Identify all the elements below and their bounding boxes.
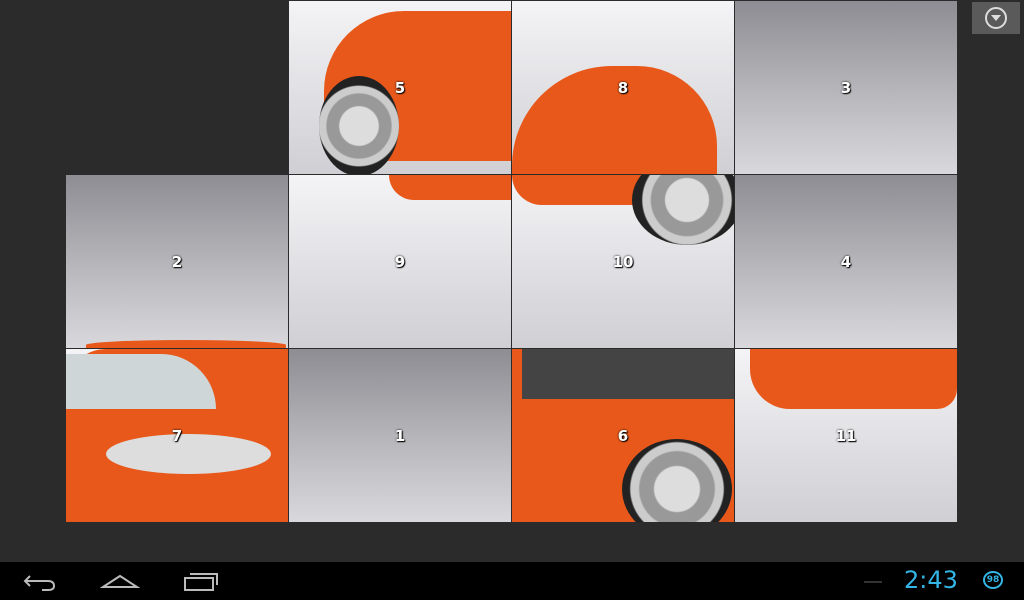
puzzle-tile[interactable]: 7 <box>66 349 288 522</box>
back-icon <box>23 575 56 591</box>
tile-number: 9 <box>394 252 406 271</box>
tile-number: 11 <box>835 426 857 445</box>
puzzle-tile[interactable]: 9 <box>289 175 511 348</box>
tile-number: 5 <box>394 78 406 97</box>
menu-button[interactable] <box>972 2 1020 34</box>
tile-number: 1 <box>394 426 406 445</box>
puzzle-tile[interactable]: 5 <box>289 1 511 174</box>
tile-number: 2 <box>171 252 183 271</box>
tile-number: 8 <box>617 78 629 97</box>
tile-number: 4 <box>840 252 852 271</box>
home-icon <box>99 574 141 588</box>
puzzle-tile[interactable]: 6 <box>512 349 734 522</box>
recent-apps-button[interactable] <box>182 568 220 594</box>
system-nav-bar: 2:43 98 <box>0 562 1024 600</box>
puzzle-board: 5 8 3 2 9 10 4 7 1 6 11 <box>66 1 957 522</box>
puzzle-tile[interactable]: 3 <box>735 1 957 174</box>
tile-number: 7 <box>171 426 183 445</box>
puzzle-tile[interactable]: 1 <box>289 349 511 522</box>
tile-number: 6 <box>617 426 629 445</box>
recent-apps-icon <box>184 573 218 591</box>
battery-icon: 98 <box>983 571 1003 589</box>
tile-number: 3 <box>840 78 852 97</box>
puzzle-tile[interactable]: 10 <box>512 175 734 348</box>
notification-divider <box>864 581 882 583</box>
puzzle-tile[interactable]: 8 <box>512 1 734 174</box>
clock: 2:43 <box>904 566 958 594</box>
tile-number: 10 <box>612 252 634 271</box>
dropdown-circle-icon <box>985 7 1007 29</box>
puzzle-tile[interactable]: 4 <box>735 175 957 348</box>
puzzle-tile[interactable]: 2 <box>66 175 288 348</box>
back-button[interactable] <box>22 568 58 594</box>
home-button[interactable] <box>99 568 141 594</box>
puzzle-tile[interactable]: 11 <box>735 349 957 522</box>
